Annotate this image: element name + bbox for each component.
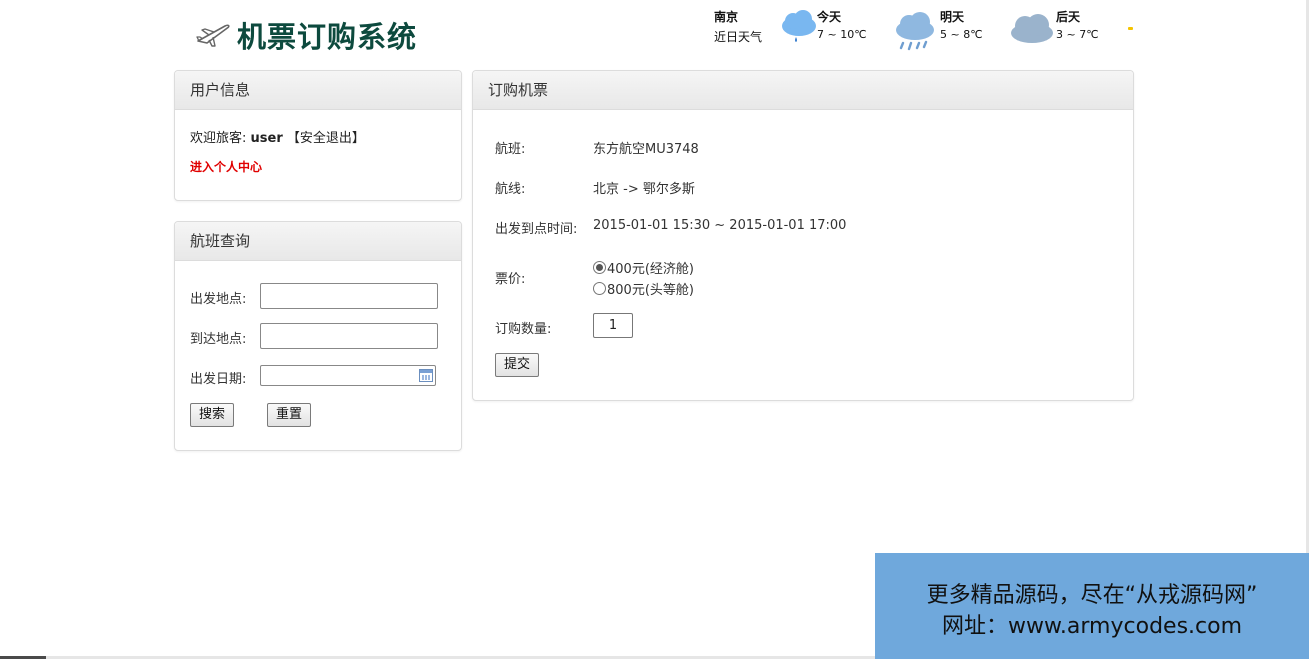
price-option-first-class[interactable]: 800元(头等舱) — [593, 279, 694, 298]
weather-day-temp: 7 ~ 10℃ — [817, 28, 867, 41]
light-rain-icon — [782, 10, 816, 42]
weather-day-name: 明天 — [940, 10, 965, 24]
weather-city: 南京 — [714, 10, 739, 24]
calendar-icon[interactable] — [419, 369, 433, 382]
flight-search-panel: 航班查询 出发地点: 到达地点: 出发日期: 搜索 重置 — [174, 221, 462, 451]
radio-economy[interactable] — [593, 261, 606, 274]
cloudy-icon — [1011, 14, 1053, 43]
arrive-label: 到达地点: — [190, 332, 247, 347]
flight-value: 东方航空MU3748 — [593, 142, 699, 157]
quantity-input[interactable] — [593, 313, 633, 338]
logout-link[interactable]: 【安全退出】 — [287, 131, 365, 146]
date-label: 出发日期: — [190, 372, 247, 387]
site-logo: 机票订购系统 — [195, 14, 417, 56]
banner-line-1: 更多精品源码，尽在“从戎源码网” — [926, 583, 1258, 608]
user-info-panel: 用户信息 欢迎旅客: user 【安全退出】 进入个人中心 — [174, 70, 462, 201]
date-input[interactable] — [260, 365, 436, 386]
price-option-economy[interactable]: 400元(经济舱) — [593, 258, 694, 277]
time-label: 出发到点时间: — [495, 222, 578, 237]
panel-title: 订购机票 — [473, 71, 1133, 110]
price-option-label: 800元(头等舱) — [607, 283, 694, 298]
banner-line-2: 网址：www.armycodes.com — [941, 614, 1243, 639]
price-option-label: 400元(经济舱) — [607, 262, 694, 277]
panel-title: 用户信息 — [175, 71, 461, 110]
arrive-input[interactable] — [260, 323, 438, 349]
radio-first-class[interactable] — [593, 282, 606, 295]
depart-label: 出发地点: — [190, 292, 247, 307]
submit-button[interactable]: 提交 — [495, 353, 539, 377]
personal-center-link[interactable]: 进入个人中心 — [190, 158, 262, 175]
watermark-banner: 更多精品源码，尽在“从戎源码网” 网址：www.armycodes.com — [875, 553, 1309, 659]
weather-day-temp: 3 ~ 7℃ — [1056, 28, 1099, 41]
route-value: 北京 -> 鄂尔多斯 — [593, 182, 695, 197]
order-ticket-panel: 订购机票 航班: 东方航空MU3748 航线: 北京 -> 鄂尔多斯 出发到点时… — [472, 70, 1134, 401]
time-value: 2015-01-01 15:30 ~ 2015-01-01 17:00 — [593, 218, 847, 233]
panel-title: 航班查询 — [175, 222, 461, 261]
site-title: 机票订购系统 — [237, 20, 418, 54]
username: user — [250, 131, 283, 146]
weather-subtitle: 近日天气 — [714, 30, 763, 44]
weather-day-name: 后天 — [1056, 10, 1081, 24]
reset-button[interactable]: 重置 — [267, 403, 311, 427]
sun-icon — [1128, 27, 1133, 30]
welcome-line: 欢迎旅客: user 【安全退出】 — [190, 127, 365, 146]
quantity-label: 订购数量: — [495, 322, 552, 337]
weather-day-temp: 5 ~ 8℃ — [940, 28, 983, 41]
depart-input[interactable] — [260, 283, 438, 309]
search-button[interactable]: 搜索 — [190, 403, 234, 427]
flight-label: 航班: — [495, 142, 526, 157]
rain-icon — [896, 12, 934, 51]
route-label: 航线: — [495, 182, 526, 197]
weather-day-name: 今天 — [817, 10, 842, 24]
airplane-icon — [196, 24, 230, 47]
welcome-prefix: 欢迎旅客: — [190, 131, 247, 146]
price-label: 票价: — [495, 272, 526, 287]
